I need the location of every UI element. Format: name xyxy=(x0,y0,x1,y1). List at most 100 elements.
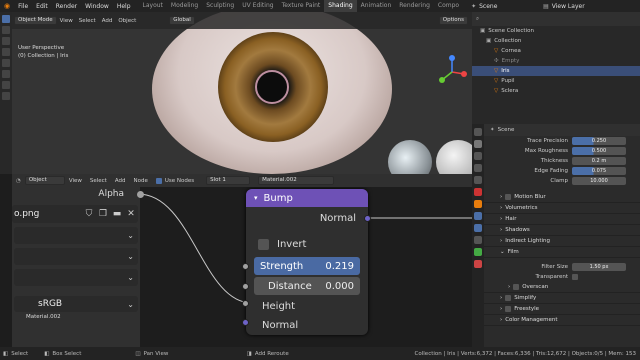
menu-file[interactable]: File xyxy=(14,3,32,10)
tab-rendering[interactable]: Rendering xyxy=(395,0,434,12)
move-tool-icon[interactable] xyxy=(2,37,10,45)
open-folder-icon[interactable]: ▬ xyxy=(110,209,124,219)
viewport-menu-view[interactable]: View xyxy=(57,18,76,24)
viewport-menu-select[interactable]: Select xyxy=(76,18,99,24)
filter-size-field[interactable]: 1.50 px xyxy=(572,263,626,271)
tab-uv-editing[interactable]: UV Editing xyxy=(238,0,277,12)
bump-node-header[interactable]: ▾ Bump xyxy=(246,189,368,207)
outliner-filter-icon[interactable]: ⌕ xyxy=(476,16,479,23)
world-tab-icon[interactable] xyxy=(474,188,482,196)
mode-selector[interactable]: Object Mode xyxy=(14,16,57,25)
projection-selector[interactable]: ⌄ xyxy=(14,248,138,265)
outliner-item-pupil[interactable]: ▽ Pupil xyxy=(472,76,640,86)
section-film[interactable]: ⌄ Film xyxy=(484,247,640,258)
viewport-menu-object[interactable]: Object xyxy=(115,18,139,24)
transparent-checkbox[interactable] xyxy=(572,274,578,280)
invert-checkbox[interactable] xyxy=(258,238,269,250)
collapse-icon[interactable]: ▾ xyxy=(254,194,258,202)
scene-collection[interactable]: ▣ Scene Collection xyxy=(472,26,640,36)
thickness-field[interactable]: 0.2 m xyxy=(572,157,626,165)
checkbox[interactable] xyxy=(505,306,512,312)
output-tab-icon[interactable] xyxy=(474,152,482,160)
section-overscan[interactable]: › Overscan xyxy=(484,282,640,293)
shader-type-selector[interactable]: Object xyxy=(24,176,65,185)
material-selector[interactable]: Material.002 xyxy=(258,176,335,185)
select-tool-icon[interactable] xyxy=(2,15,10,23)
trace-precision-field[interactable]: 0.250 xyxy=(572,137,626,145)
outliner-item-sclera[interactable]: ▽ Sclera xyxy=(472,86,640,96)
transform-tool-icon[interactable] xyxy=(2,70,10,78)
interpolation-selector[interactable]: ⌄ xyxy=(14,227,138,244)
bump-node[interactable]: ▾ Bump Normal Invert Strength 0.219 Dist… xyxy=(246,189,368,335)
edge-fading-field[interactable]: 0.075 xyxy=(572,167,626,175)
collection-row[interactable]: ▣ Collection xyxy=(472,36,640,46)
3d-viewport[interactable]: Object Mode View Select Add Object Globa… xyxy=(12,12,472,174)
view-layer-tab-icon[interactable] xyxy=(474,164,482,172)
menu-edit[interactable]: Edit xyxy=(32,3,52,10)
node-menu-select[interactable]: Select xyxy=(86,178,111,184)
tab-animation[interactable]: Animation xyxy=(357,0,396,12)
max-roughness-field[interactable]: 0.500 xyxy=(572,147,626,155)
tab-modeling[interactable]: Modeling xyxy=(167,0,202,12)
viewport-menu-add[interactable]: Add xyxy=(99,18,116,24)
editor-type-icon[interactable]: ◔ xyxy=(12,178,25,184)
scene-selector[interactable]: Scene xyxy=(479,3,543,10)
section-hair[interactable]: › Hair xyxy=(484,214,640,225)
section-freestyle[interactable]: › Freestyle xyxy=(484,304,640,315)
slot-selector[interactable]: Slot 1 xyxy=(206,176,251,185)
measure-tool-icon[interactable] xyxy=(2,92,10,100)
scene-tab-icon[interactable] xyxy=(474,176,482,184)
render-tab-icon[interactable] xyxy=(474,140,482,148)
node-editor[interactable]: Alpha o.png ⛉ ❐ ▬ ✕ ⌄ ⌄ ⌄ sRGB ⌄ Materia… xyxy=(12,187,472,347)
checkbox[interactable] xyxy=(513,284,520,290)
tab-sculpting[interactable]: Sculpting xyxy=(202,0,238,12)
section-simplify[interactable]: › Simplify xyxy=(484,293,640,304)
alpha-output-socket[interactable] xyxy=(137,191,144,198)
normal-output-socket[interactable] xyxy=(364,215,371,222)
distance-field[interactable]: Distance 0.000 xyxy=(254,277,360,295)
fake-user-shield-icon[interactable]: ⛉ xyxy=(82,209,96,219)
tab-shading[interactable]: Shading xyxy=(324,0,357,12)
options-button[interactable]: Options xyxy=(438,16,468,25)
distance-input-socket[interactable] xyxy=(242,283,249,290)
navigation-gizmo[interactable] xyxy=(432,52,472,92)
outliner-item-iris[interactable]: ▽ Iris xyxy=(472,66,640,76)
strength-input-socket[interactable] xyxy=(242,263,249,270)
section-motion-blur[interactable]: › Motion Blur xyxy=(484,192,640,203)
scale-tool-icon[interactable] xyxy=(2,59,10,67)
material-tab-icon[interactable] xyxy=(474,260,482,268)
strength-field[interactable]: Strength 0.219 xyxy=(254,257,360,275)
tab-layout[interactable]: Layout xyxy=(139,0,167,12)
cursor-tool-icon[interactable] xyxy=(2,26,10,34)
image-name-field[interactable]: o.png xyxy=(12,209,82,219)
outliner-item-cornea[interactable]: ▽ Cornea xyxy=(472,46,640,56)
clamp-field[interactable]: 10.000 xyxy=(572,177,626,185)
extension-selector[interactable]: ⌄ xyxy=(14,269,138,286)
annotate-tool-icon[interactable] xyxy=(2,81,10,89)
menu-window[interactable]: Window xyxy=(81,3,113,10)
image-selector[interactable]: o.png ⛉ ❐ ▬ ✕ xyxy=(12,205,138,223)
section-color-management[interactable]: › Color Management xyxy=(484,315,640,326)
color-space-selector[interactable]: sRGB ⌄ xyxy=(14,296,138,312)
blender-logo-icon[interactable]: ◉ xyxy=(0,2,14,10)
transform-orientation-selector[interactable]: Global xyxy=(169,16,195,25)
node-menu-add[interactable]: Add xyxy=(111,178,130,184)
tab-compositing[interactable]: Compo xyxy=(434,0,463,12)
rotate-tool-icon[interactable] xyxy=(2,48,10,56)
outliner-item-empty[interactable]: ✣ Empty xyxy=(472,56,640,66)
data-tab-icon[interactable] xyxy=(474,248,482,256)
checkbox[interactable] xyxy=(505,295,512,301)
menu-render[interactable]: Render xyxy=(52,3,81,10)
tab-texture-paint[interactable]: Texture Paint xyxy=(278,0,325,12)
section-volumetrics[interactable]: › Volumetrics xyxy=(484,203,640,214)
checkbox[interactable] xyxy=(505,194,512,200)
tool-tab-icon[interactable] xyxy=(474,128,482,136)
use-nodes-checkbox[interactable] xyxy=(155,177,162,184)
node-menu-node[interactable]: Node xyxy=(130,178,152,184)
node-menu-view[interactable]: View xyxy=(65,178,86,184)
object-tab-icon[interactable] xyxy=(474,200,482,208)
duplicate-icon[interactable]: ❐ xyxy=(96,209,110,219)
image-texture-node[interactable]: Alpha o.png ⛉ ❐ ▬ ✕ ⌄ ⌄ ⌄ sRGB ⌄ Materia… xyxy=(12,187,144,347)
view-layer-selector[interactable]: View Layer xyxy=(552,3,585,10)
modifier-tab-icon[interactable] xyxy=(474,212,482,220)
